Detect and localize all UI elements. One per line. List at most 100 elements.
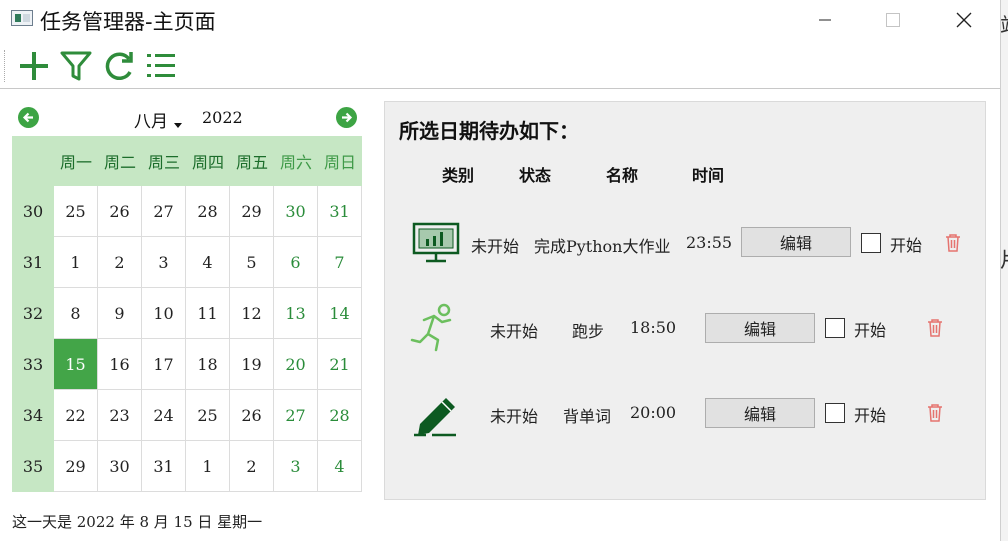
week-number: 32 <box>12 288 54 339</box>
day-cell[interactable]: 1 <box>54 237 98 288</box>
selected-day-cell[interactable]: 15 <box>54 339 98 390</box>
start-checkbox[interactable] <box>861 233 881 253</box>
next-month-button[interactable] <box>336 107 357 128</box>
app-icon <box>11 10 33 26</box>
weekday-header: 周五 <box>230 136 274 186</box>
weekday-header: 周三 <box>142 136 186 186</box>
maximize-button[interactable] <box>870 0 916 40</box>
day-cell[interactable]: 28 <box>186 186 230 237</box>
task-name: 跑步 <box>572 322 605 341</box>
toolbar-divider <box>0 88 1000 89</box>
start-checkbox-label: 开始 <box>854 406 887 425</box>
day-cell[interactable]: 20 <box>274 339 318 390</box>
prev-month-button[interactable] <box>18 107 39 128</box>
day-cell[interactable]: 21 <box>318 339 362 390</box>
calendar-corner <box>12 136 54 186</box>
day-cell[interactable]: 13 <box>274 288 318 339</box>
column-header-category: 类别 <box>442 166 475 185</box>
monitor-chart-icon <box>412 222 460 268</box>
day-cell[interactable]: 17 <box>142 339 186 390</box>
day-cell[interactable]: 16 <box>98 339 142 390</box>
delete-button[interactable] <box>944 233 962 257</box>
day-cell[interactable]: 1 <box>186 441 230 492</box>
day-cell[interactable]: 3 <box>274 441 318 492</box>
day-cell[interactable]: 8 <box>54 288 98 339</box>
day-cell[interactable]: 9 <box>98 288 142 339</box>
day-cell[interactable]: 11 <box>186 288 230 339</box>
start-checkbox[interactable] <box>825 318 845 338</box>
todo-panel-title: 所选日期待办如下： <box>399 119 579 143</box>
day-cell[interactable]: 10 <box>142 288 186 339</box>
task-time: 18:50 <box>630 318 677 337</box>
list-icon <box>147 54 175 77</box>
day-cell[interactable]: 24 <box>142 390 186 441</box>
day-cell[interactable]: 2 <box>230 441 274 492</box>
close-button[interactable] <box>941 0 987 40</box>
calendar-grid: 周一 周二 周三 周四 周五 周六 周日 30 25 26 27 28 29 30 31 31 1 2 3 4 5 6 7 3… <box>12 136 364 492</box>
day-cell[interactable]: 26 <box>230 390 274 441</box>
day-cell[interactable]: 25 <box>186 390 230 441</box>
day-cell[interactable]: 7 <box>318 237 362 288</box>
edit-button[interactable]: 编辑 <box>705 313 815 343</box>
start-checkbox[interactable] <box>825 403 845 423</box>
year-selector[interactable]: 2022 <box>202 108 243 127</box>
edit-button[interactable]: 编辑 <box>741 227 851 257</box>
column-header-time: 时间 <box>692 166 725 185</box>
filter-button[interactable] <box>58 48 94 84</box>
trash-icon <box>928 319 942 337</box>
close-icon <box>956 12 972 28</box>
day-cell[interactable]: 27 <box>142 186 186 237</box>
day-cell[interactable]: 27 <box>274 390 318 441</box>
day-cell[interactable]: 6 <box>274 237 318 288</box>
minimize-icon <box>819 19 831 21</box>
day-cell[interactable]: 5 <box>230 237 274 288</box>
week-number: 35 <box>12 441 54 492</box>
refresh-button[interactable] <box>101 48 137 84</box>
maximize-icon <box>886 13 900 27</box>
day-cell[interactable]: 25 <box>54 186 98 237</box>
delete-button[interactable] <box>926 318 944 342</box>
task-name: 完成Python大作业 <box>534 237 671 256</box>
month-selector[interactable]: 八月 <box>134 107 168 132</box>
day-cell[interactable]: 29 <box>54 441 98 492</box>
day-cell[interactable]: 4 <box>186 237 230 288</box>
background-text: 片 <box>1000 244 1008 274</box>
task-name: 背单词 <box>563 407 612 426</box>
minimize-button[interactable] <box>802 0 848 40</box>
todo-panel <box>384 101 986 500</box>
day-cell[interactable]: 29 <box>230 186 274 237</box>
column-header-name: 名称 <box>606 166 639 185</box>
day-cell[interactable]: 19 <box>230 339 274 390</box>
day-cell[interactable]: 28 <box>318 390 362 441</box>
start-checkbox-label: 开始 <box>890 236 923 255</box>
day-cell[interactable]: 26 <box>98 186 142 237</box>
day-cell[interactable]: 3 <box>142 237 186 288</box>
day-cell[interactable]: 23 <box>98 390 142 441</box>
edit-button[interactable]: 编辑 <box>705 398 815 428</box>
week-number: 30 <box>12 186 54 237</box>
trash-icon <box>946 234 960 252</box>
task-status: 未开始 <box>490 322 539 341</box>
filter-icon <box>60 51 92 81</box>
day-cell[interactable]: 4 <box>318 441 362 492</box>
day-cell[interactable]: 2 <box>98 237 142 288</box>
weekday-header: 周四 <box>186 136 230 186</box>
day-cell[interactable]: 31 <box>318 186 362 237</box>
week-number: 31 <box>12 237 54 288</box>
add-button[interactable] <box>16 48 52 84</box>
day-cell[interactable]: 12 <box>230 288 274 339</box>
chevron-down-icon[interactable] <box>174 123 182 128</box>
day-cell[interactable]: 30 <box>274 186 318 237</box>
day-cell[interactable]: 22 <box>54 390 98 441</box>
day-cell[interactable]: 14 <box>318 288 362 339</box>
weekday-header: 周一 <box>54 136 98 186</box>
weekday-header: 周六 <box>274 136 318 186</box>
list-button[interactable] <box>143 48 179 84</box>
selected-date-label: 这一天是 2022 年 8 月 15 日 星期一 <box>12 513 263 531</box>
toolbar-grip <box>4 50 7 82</box>
week-number: 34 <box>12 390 54 441</box>
day-cell[interactable]: 31 <box>142 441 186 492</box>
day-cell[interactable]: 18 <box>186 339 230 390</box>
day-cell[interactable]: 30 <box>98 441 142 492</box>
delete-button[interactable] <box>926 403 944 427</box>
